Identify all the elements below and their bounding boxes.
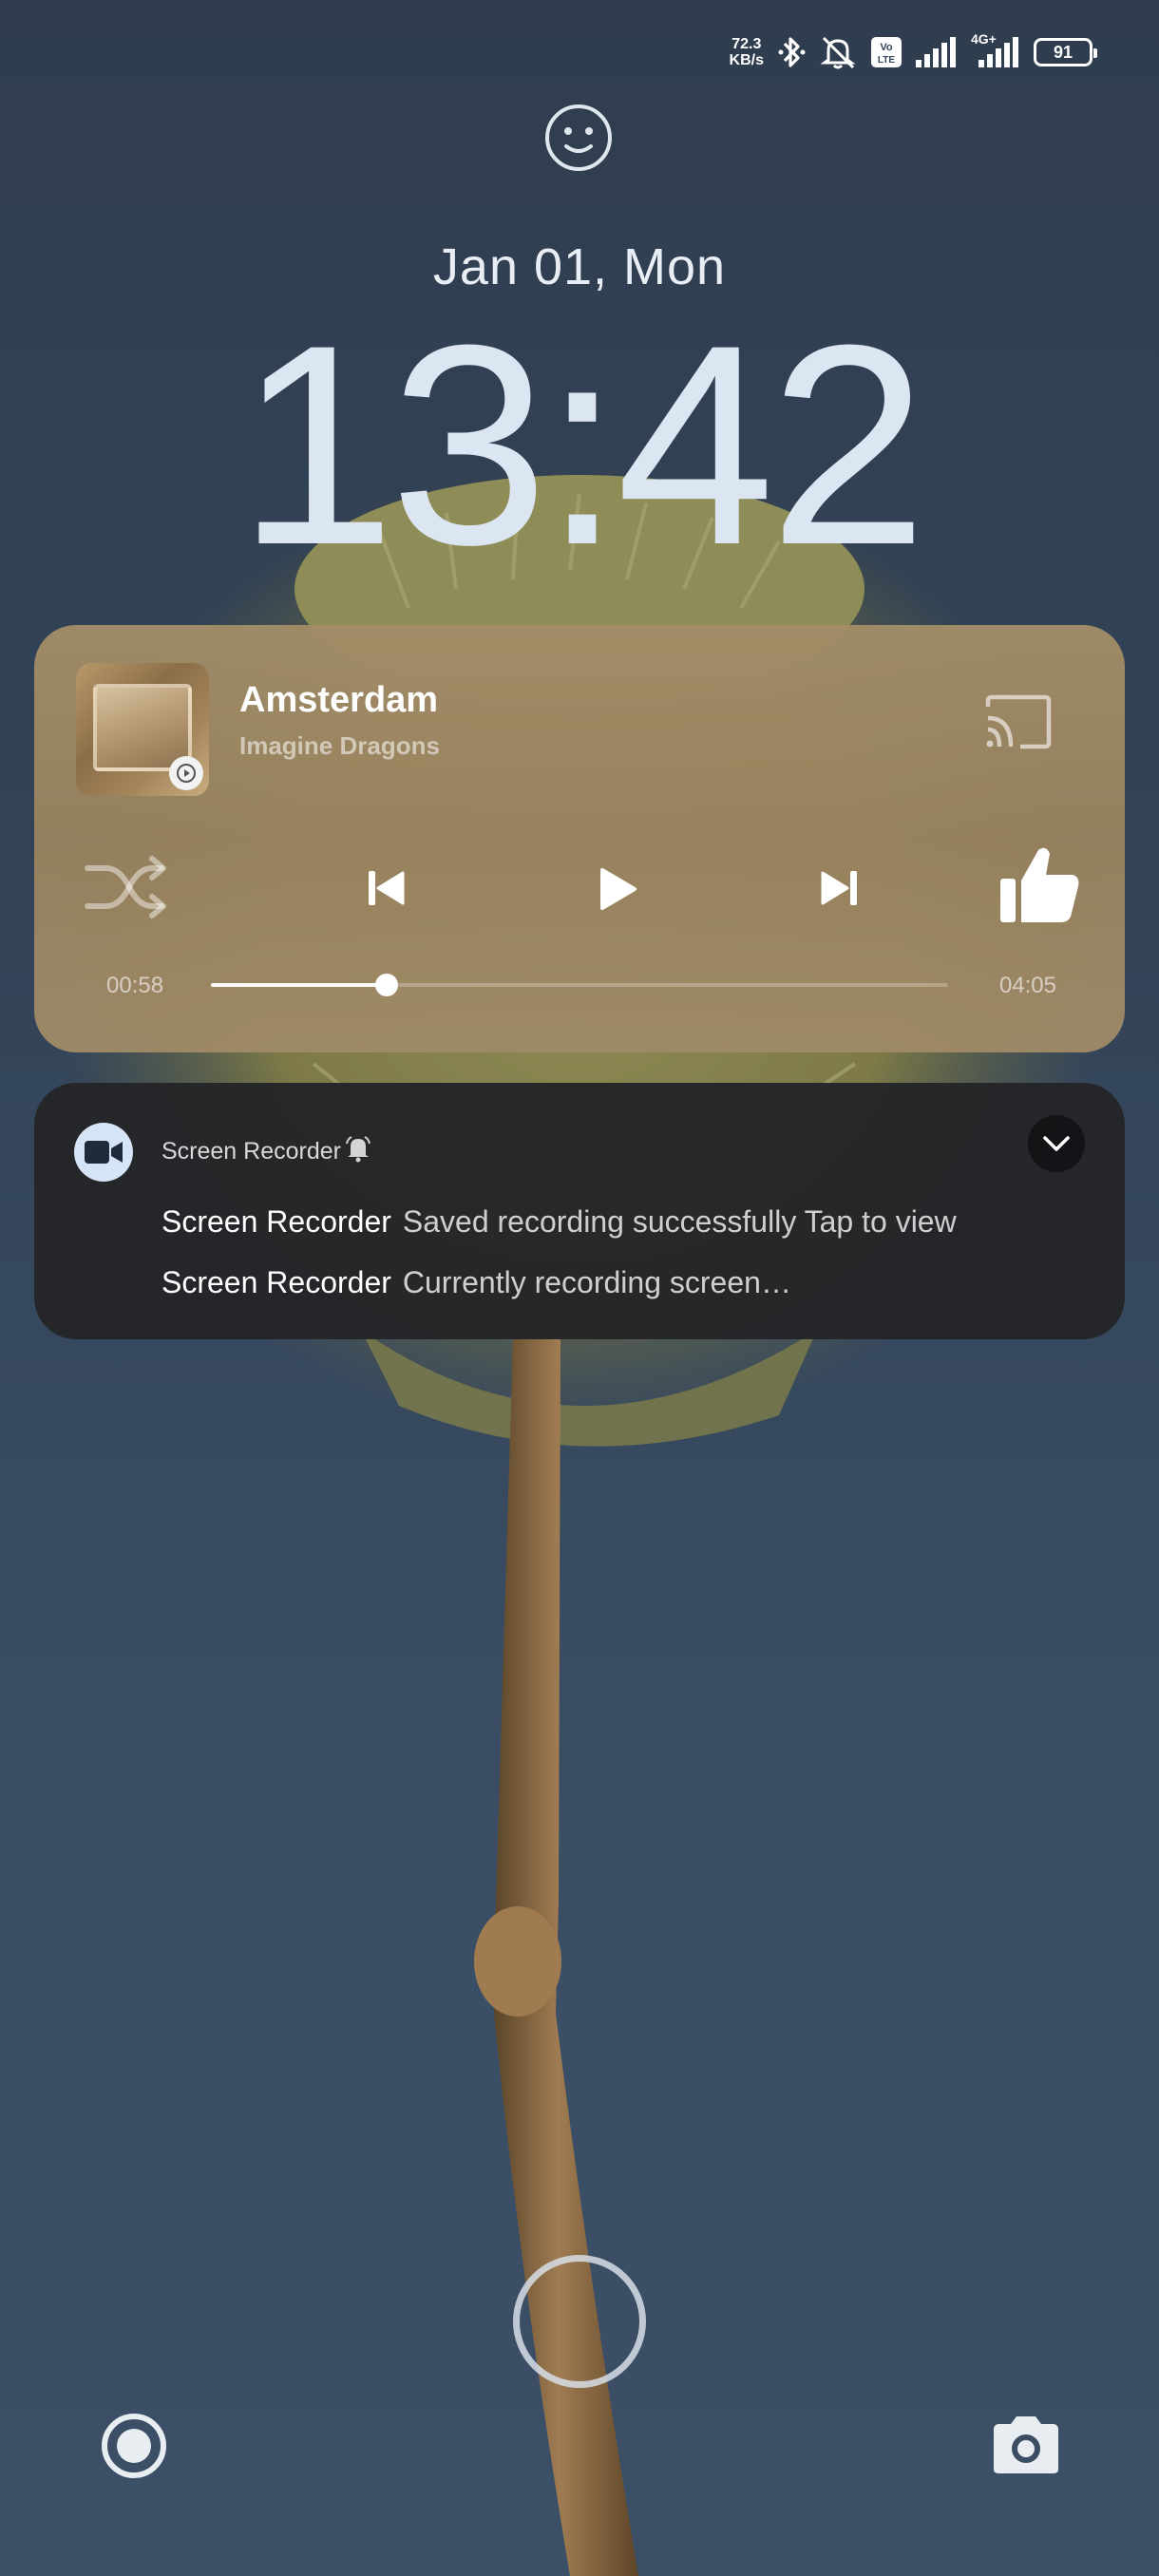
elapsed-time: 00:58	[106, 973, 164, 998]
network-speed-unit: KB/s	[729, 52, 764, 68]
face-unlock-icon[interactable]	[543, 103, 614, 173]
network-type-label: 4G+	[971, 31, 997, 47]
notification-sender: Screen Recorder	[162, 1265, 391, 1299]
notification-message[interactable]: Screen Recorder Saved recording successfu…	[162, 1204, 957, 1240]
signal-strength-4g-icon: 4G+	[971, 31, 1020, 67]
bluetooth-icon	[777, 34, 806, 70]
thumbs-up-icon	[1000, 847, 1079, 922]
song-artist: Imagine Dragons	[239, 731, 440, 760]
status-bar: 72.3 KB/s Vo LTE 4G+ 91	[730, 28, 1097, 76]
shuffle-icon	[85, 856, 166, 919]
play-button[interactable]	[578, 853, 657, 925]
total-duration: 04:05	[998, 973, 1056, 998]
fingerprint-sensor[interactable]	[513, 2255, 646, 2388]
player-app-icon	[169, 756, 203, 790]
battery-indicator: 91	[1034, 38, 1097, 66]
screen-recorder-app-icon	[74, 1123, 133, 1182]
notification-sender: Screen Recorder	[162, 1204, 391, 1239]
signal-strength-icon	[916, 37, 958, 67]
volte-icon: Vo LTE	[870, 36, 902, 68]
notification-app-name: Screen Recorder	[162, 1138, 341, 1165]
camera-icon[interactable]	[988, 2413, 1064, 2477]
notification-text: Saved recording successfully Tap to view	[402, 1204, 957, 1239]
cast-icon[interactable]	[982, 693, 1054, 750]
seek-bar[interactable]	[211, 974, 948, 996]
svg-text:LTE: LTE	[878, 55, 895, 66]
notification-text: Currently recording screen…	[402, 1265, 791, 1299]
notification-message[interactable]: Screen Recorder Currently recording scree…	[162, 1265, 791, 1300]
media-player-card[interactable]: Amsterdam Imagine Dragons 00:58 04:05	[34, 625, 1125, 1052]
skip-previous-icon	[369, 871, 405, 905]
alarm-off-icon	[819, 33, 857, 71]
svg-text:Vo: Vo	[880, 42, 893, 53]
seek-bar-thumb[interactable]	[375, 974, 399, 996]
battery-level: 91	[1053, 42, 1074, 62]
network-speed-indicator: 72.3 KB/s	[730, 36, 764, 68]
lockscreen-clock: 13:42	[237, 285, 928, 604]
play-icon	[600, 868, 636, 910]
video-camera-icon	[85, 1141, 123, 1164]
shuffle-button[interactable]	[82, 849, 169, 925]
expand-notification-button[interactable]	[1028, 1115, 1085, 1172]
song-title: Amsterdam	[239, 680, 439, 720]
previous-track-button[interactable]	[346, 853, 426, 923]
chevron-down-icon	[1043, 1136, 1070, 1151]
alert-bell-icon	[346, 1136, 370, 1163]
seek-bar-progress	[211, 983, 388, 987]
screen-recorder-notification[interactable]: Screen Recorder Screen Recorder Saved rec…	[34, 1083, 1125, 1339]
next-track-button[interactable]	[800, 853, 880, 923]
album-art[interactable]	[76, 663, 209, 796]
record-icon[interactable]	[99, 2411, 169, 2481]
network-speed-value: 72.3	[732, 36, 762, 52]
skip-next-icon	[821, 871, 857, 905]
like-button[interactable]	[992, 842, 1087, 929]
